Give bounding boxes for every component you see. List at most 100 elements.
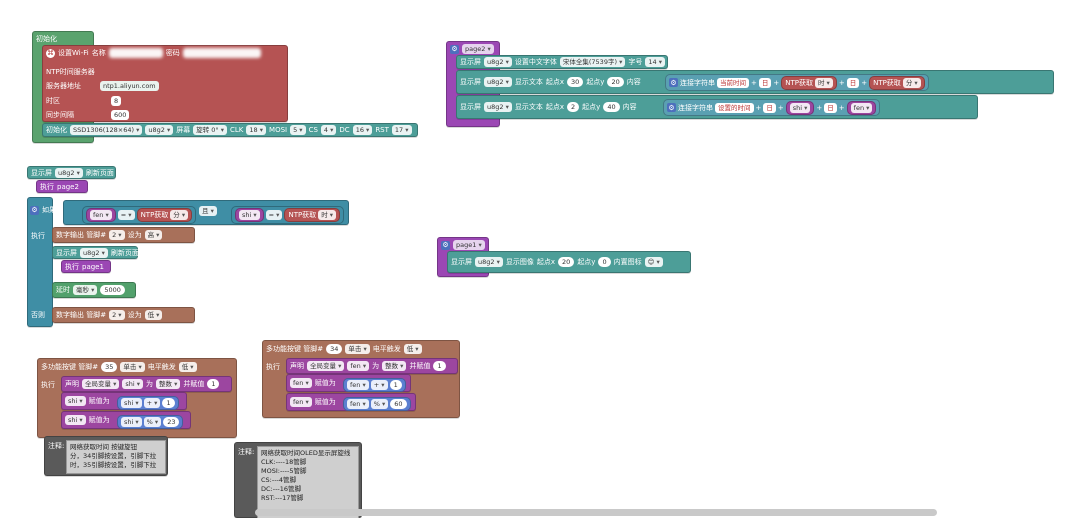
call-page2-block[interactable]: 执行 page2: [36, 180, 88, 193]
digital-write-high[interactable]: 数字输出 管脚#2设为高: [52, 227, 195, 243]
level-dropdown[interactable]: 低: [403, 344, 422, 354]
page2-name[interactable]: page2: [462, 44, 494, 54]
assign-shi-1[interactable]: shi赋值为 shi+1: [61, 392, 187, 410]
operand-input[interactable]: 1: [389, 380, 402, 390]
mosi-dropdown[interactable]: 5: [290, 125, 306, 135]
comment-block-1[interactable]: 注释: 网络获取时间 按键旋钮 分，34引脚按设置，引脚下拉 时，35引脚按设置…: [44, 436, 168, 476]
operand-input[interactable]: 1: [162, 398, 175, 408]
ntp-dropdown[interactable]: 时: [318, 210, 337, 220]
var-dropdown[interactable]: shi: [121, 417, 142, 427]
var-dropdown[interactable]: shi: [121, 398, 142, 408]
pin-input[interactable]: 35: [101, 362, 118, 372]
page1-name[interactable]: page1: [453, 240, 485, 250]
var-name[interactable]: fen: [347, 361, 370, 371]
var-dropdown[interactable]: fen: [290, 378, 312, 388]
ntp-get-block[interactable]: NTP获取分: [869, 75, 925, 90]
gear-icon[interactable]: ⚙: [441, 240, 450, 250]
screen-dropdown[interactable]: u8g2: [80, 248, 108, 258]
op-dropdown[interactable]: =: [117, 210, 135, 220]
page2-text-line2[interactable]: 显示屏 u8g2 显示文本 起点x2 起点y40 内容 ⚙ 连接字符串 设置的时…: [456, 95, 978, 119]
scope-dropdown[interactable]: 全局变量: [82, 379, 120, 389]
var-dropdown[interactable]: shi: [65, 396, 86, 406]
var-dropdown[interactable]: fen: [90, 210, 112, 220]
scope-dropdown[interactable]: 全局变量: [307, 361, 345, 371]
level-dropdown[interactable]: 高: [144, 230, 163, 240]
var-get-block[interactable]: fen: [86, 208, 116, 222]
assign-fen-2[interactable]: fen赋值为 fen%60: [286, 393, 416, 411]
clk-dropdown[interactable]: 18: [246, 125, 267, 135]
horizontal-scrollbar[interactable]: [255, 509, 937, 516]
rotate-dropdown[interactable]: 旋转 0°: [193, 125, 228, 135]
string-field[interactable]: 日: [763, 102, 776, 113]
op-dropdown[interactable]: %: [143, 417, 162, 427]
ntp-dropdown[interactable]: 分: [902, 77, 921, 88]
var-dropdown[interactable]: fen: [290, 397, 312, 407]
var-dropdown[interactable]: fen: [347, 399, 369, 409]
ntp-dropdown[interactable]: 分: [170, 210, 189, 220]
gear-icon[interactable]: ⚙: [669, 78, 678, 87]
var-get-block[interactable]: shi: [785, 100, 815, 115]
type-dropdown[interactable]: 整数: [382, 361, 407, 371]
blockly-workspace[interactable]: 初始化 ⌘ 设置Wi-Fi 名称 xxxxxxxx 密码 xxxxxxxx NT…: [0, 0, 1079, 518]
type-dropdown[interactable]: 整数: [156, 379, 181, 389]
x-input[interactable]: 30: [567, 77, 584, 87]
size-dropdown[interactable]: 14: [645, 57, 665, 67]
wifi-password-field[interactable]: xxxxxxxx: [182, 48, 261, 58]
gear-icon[interactable]: ⚙: [667, 103, 676, 112]
declare-shi-block[interactable]: 声明全局变量shi为整数并赋值1: [61, 376, 232, 392]
font-dropdown[interactable]: 宋体全集(7539字): [559, 57, 626, 67]
op-dropdown[interactable]: +: [143, 398, 161, 408]
string-field[interactable]: 日: [846, 77, 860, 88]
delay-block[interactable]: 延时毫秒5000: [52, 282, 136, 298]
screen-dropdown[interactable]: u8g2: [55, 168, 83, 178]
digital-write-low[interactable]: 数字输出 管脚#2设为低: [52, 307, 195, 323]
comment-block-2[interactable]: 注释: 网络获取时间OLED显示屏旋线 CLK:----18管脚 MOSI:--…: [234, 442, 362, 518]
op-dropdown[interactable]: =: [265, 210, 283, 220]
init-input[interactable]: 1: [207, 379, 220, 389]
dc-dropdown[interactable]: 16: [352, 125, 373, 135]
operand-input[interactable]: 60: [390, 399, 407, 409]
var-dropdown[interactable]: shi: [239, 210, 260, 220]
operand-input[interactable]: 23: [163, 417, 180, 427]
ntp-get-block[interactable]: NTP获取时: [781, 75, 837, 90]
delay-input[interactable]: 5000: [100, 285, 125, 295]
var-get-block[interactable]: fen: [846, 100, 877, 115]
wifi-block[interactable]: ⌘ 设置Wi-Fi 名称 xxxxxxxx 密码 xxxxxxxx NTP时间服…: [42, 45, 288, 122]
page2-font-block[interactable]: 显示屏 u8g2 设置中文字体 宋体全集(7539字) 字号 14: [456, 55, 668, 69]
unit-dropdown[interactable]: 毫秒: [73, 285, 98, 295]
refresh-block-2[interactable]: 显示屏u8g2刷新页面: [52, 246, 139, 259]
screen-dropdown[interactable]: u8g2: [475, 257, 503, 267]
page2-text-line1[interactable]: 显示屏 u8g2 显示文本 起点x30 起点y20 内容 ⚙ 连接字符串 当前时…: [456, 70, 1054, 94]
mode-dropdown[interactable]: 单击: [345, 344, 370, 354]
assign-fen-1[interactable]: fen赋值为 fen+1: [286, 374, 411, 392]
string-field[interactable]: 设置的时间: [715, 102, 754, 113]
y-input[interactable]: 40: [603, 102, 620, 112]
join-block-1[interactable]: ⚙ 连接字符串 当前时间+ 日+ NTP获取时 + 日+ NTP获取分: [665, 74, 929, 91]
join-block-2[interactable]: ⚙ 连接字符串 设置的时间+ 日+ shi + 日+ fen: [663, 99, 881, 116]
string-field[interactable]: 日: [758, 77, 772, 88]
screen-dropdown[interactable]: u8g2: [484, 77, 512, 87]
x-input[interactable]: 2: [567, 102, 580, 112]
tz-field[interactable]: 8: [111, 96, 122, 106]
level-dropdown[interactable]: 低: [144, 310, 163, 320]
comment-text[interactable]: 网络获取时间 按键旋钮 分，34引脚按设置，引脚下拉 时，35引脚按设置，引脚下…: [66, 440, 166, 474]
var-get-block[interactable]: shi: [235, 208, 264, 222]
server-field[interactable]: ntp1.aliyun.com: [100, 81, 159, 91]
pin-dropdown[interactable]: 2: [109, 230, 125, 240]
oled-init-block[interactable]: 初始化 SSD1306(128×64) u8g2 屏幕 旋转 0° CLK18 …: [42, 123, 418, 137]
string-field[interactable]: 日: [824, 102, 837, 113]
var-dropdown[interactable]: fen: [347, 380, 369, 390]
compare-shi[interactable]: shi = NTP获取时: [231, 206, 345, 224]
sync-field[interactable]: 600: [111, 110, 130, 120]
page1-image-block[interactable]: 显示屏 u8g2 显示图像 起点x20 起点y0 内置图标 😊: [447, 251, 691, 273]
ntp-get-block[interactable]: NTP获取分: [136, 208, 193, 222]
and-condition[interactable]: fen = NTP获取分 且 shi = NTP获取时: [63, 200, 349, 225]
math-block[interactable]: shi+1: [117, 396, 179, 410]
smiley-icon[interactable]: 😊: [644, 257, 663, 267]
y-input[interactable]: 0: [598, 257, 611, 267]
level-dropdown[interactable]: 低: [178, 362, 197, 372]
ntp-get-block[interactable]: NTP获取时: [284, 208, 341, 222]
screen-dropdown[interactable]: u8g2: [484, 102, 512, 112]
oled-name-dropdown[interactable]: u8g2: [145, 125, 174, 135]
init-input[interactable]: 1: [433, 361, 446, 371]
